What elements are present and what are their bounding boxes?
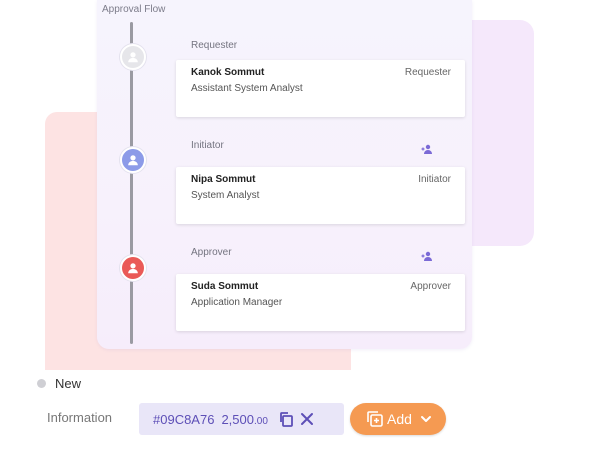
amount: 2,500.00	[221, 412, 267, 427]
step-label-initiator: Initiator	[191, 140, 224, 151]
step-label-requester: Requester	[191, 40, 238, 51]
person-title: System Analyst	[191, 190, 260, 201]
add-person-icon[interactable]	[421, 144, 433, 154]
panel-title: Approval Flow	[102, 4, 166, 15]
status-text: New	[55, 376, 82, 391]
close-icon[interactable]	[300, 412, 314, 426]
initiator-avatar-icon	[120, 147, 146, 173]
person-name: Kanok Sommut	[191, 67, 265, 78]
status-dot	[37, 379, 46, 388]
person-title: Assistant System Analyst	[191, 83, 303, 94]
add-button-label: Add	[387, 411, 412, 427]
requester-avatar-icon	[120, 44, 146, 70]
amount-decimal: .00	[254, 415, 268, 427]
initiator-card[interactable]: Nipa Sommut System Analyst Initiator	[176, 167, 465, 224]
person-role: Requester	[404, 67, 451, 78]
approval-flow-panel: Approval Flow Requester Kanok Sommut Ass…	[97, 0, 472, 349]
add-button[interactable]: Add	[350, 403, 446, 435]
person-title: Application Manager	[191, 297, 283, 308]
chevron-down-icon	[420, 416, 431, 422]
person-role: Approver	[410, 281, 451, 292]
timeline-line	[130, 22, 133, 344]
step-label-approver: Approver	[191, 247, 232, 258]
add-document-icon	[367, 411, 383, 427]
amount-value: 2,500	[221, 411, 254, 427]
add-person-icon[interactable]	[421, 251, 433, 261]
copy-icon[interactable]	[278, 411, 294, 427]
approver-card[interactable]: Suda Sommut Application Manager Approver	[176, 274, 465, 331]
requester-card[interactable]: Kanok Sommut Assistant System Analyst Re…	[176, 60, 465, 117]
information-label: Information	[47, 410, 113, 425]
status-indicator: New	[37, 376, 81, 391]
person-name: Suda Sommut	[191, 281, 259, 292]
reference-code: #09C8A76	[153, 411, 215, 427]
person-role: Initiator	[418, 174, 451, 185]
information-field[interactable]: #09C8A76 2,500.00	[139, 403, 344, 435]
approver-avatar-icon	[120, 255, 146, 281]
person-name: Nipa Sommut	[191, 174, 256, 185]
